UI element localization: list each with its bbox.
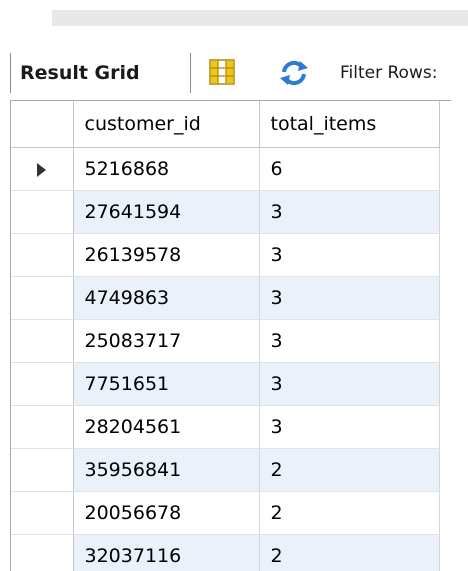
- result-grid-tab[interactable]: Result Grid: [20, 59, 140, 87]
- table-row[interactable]: 4749863 3: [11, 277, 439, 320]
- table-row[interactable]: 27641594 3: [11, 191, 439, 234]
- cell-total-items[interactable]: 6: [259, 148, 439, 191]
- cell-total-items[interactable]: 3: [259, 277, 439, 320]
- cell-customer-id[interactable]: 32037116: [73, 535, 259, 571]
- table-row[interactable]: 26139578 3: [11, 234, 439, 277]
- row-marker[interactable]: [11, 406, 73, 449]
- cell-total-items[interactable]: 3: [259, 320, 439, 363]
- cell-total-items[interactable]: 2: [259, 449, 439, 492]
- cell-customer-id[interactable]: 28204561: [73, 406, 259, 449]
- table-row[interactable]: 25083717 3: [11, 320, 439, 363]
- column-header-total-items[interactable]: total_items: [259, 101, 439, 148]
- row-marker[interactable]: [11, 535, 73, 571]
- row-marker[interactable]: [11, 492, 73, 535]
- column-header-customer-id[interactable]: customer_id: [73, 101, 259, 148]
- row-marker[interactable]: [11, 449, 73, 492]
- result-toolbar: Result Grid Filter Rows:: [0, 53, 468, 93]
- result-grid: customer_id total_items 5216868 6 276415…: [10, 100, 451, 571]
- table-row[interactable]: 20056678 2: [11, 492, 439, 535]
- header-row: customer_id total_items: [11, 101, 439, 148]
- cell-customer-id[interactable]: 4749863: [73, 277, 259, 320]
- table-row[interactable]: 35956841 2: [11, 449, 439, 492]
- cell-customer-id[interactable]: 35956841: [73, 449, 259, 492]
- cell-total-items[interactable]: 2: [259, 535, 439, 571]
- row-marker-header[interactable]: [11, 101, 73, 148]
- row-marker[interactable]: [11, 363, 73, 406]
- cell-total-items[interactable]: 2: [259, 492, 439, 535]
- cell-customer-id[interactable]: 5216868: [73, 148, 259, 191]
- table-row[interactable]: 32037116 2: [11, 535, 439, 571]
- row-marker[interactable]: [11, 277, 73, 320]
- cell-customer-id[interactable]: 25083717: [73, 320, 259, 363]
- refresh-arrows-icon[interactable]: [278, 59, 310, 87]
- cell-customer-id[interactable]: 27641594: [73, 191, 259, 234]
- row-marker[interactable]: [11, 234, 73, 277]
- filter-rows-label: Filter Rows:: [340, 59, 437, 87]
- cell-total-items[interactable]: 3: [259, 191, 439, 234]
- cell-total-items[interactable]: 3: [259, 406, 439, 449]
- horizontal-scrollbar[interactable]: [52, 10, 468, 26]
- row-marker[interactable]: [11, 320, 73, 363]
- grid-layout-icon[interactable]: [208, 58, 236, 86]
- table-row[interactable]: 7751651 3: [11, 363, 439, 406]
- toolbar-separator: [190, 53, 191, 93]
- table-row[interactable]: 5216868 6: [11, 148, 439, 191]
- table-row[interactable]: 28204561 3: [11, 406, 439, 449]
- results-table: customer_id total_items 5216868 6 276415…: [11, 101, 440, 571]
- cell-customer-id[interactable]: 20056678: [73, 492, 259, 535]
- cell-total-items[interactable]: 3: [259, 234, 439, 277]
- cell-customer-id[interactable]: 26139578: [73, 234, 259, 277]
- cell-total-items[interactable]: 3: [259, 363, 439, 406]
- toolbar-separator: [10, 53, 11, 93]
- row-marker[interactable]: [11, 148, 73, 191]
- cell-customer-id[interactable]: 7751651: [73, 363, 259, 406]
- row-marker[interactable]: [11, 191, 73, 234]
- current-row-arrow-icon: [37, 163, 46, 177]
